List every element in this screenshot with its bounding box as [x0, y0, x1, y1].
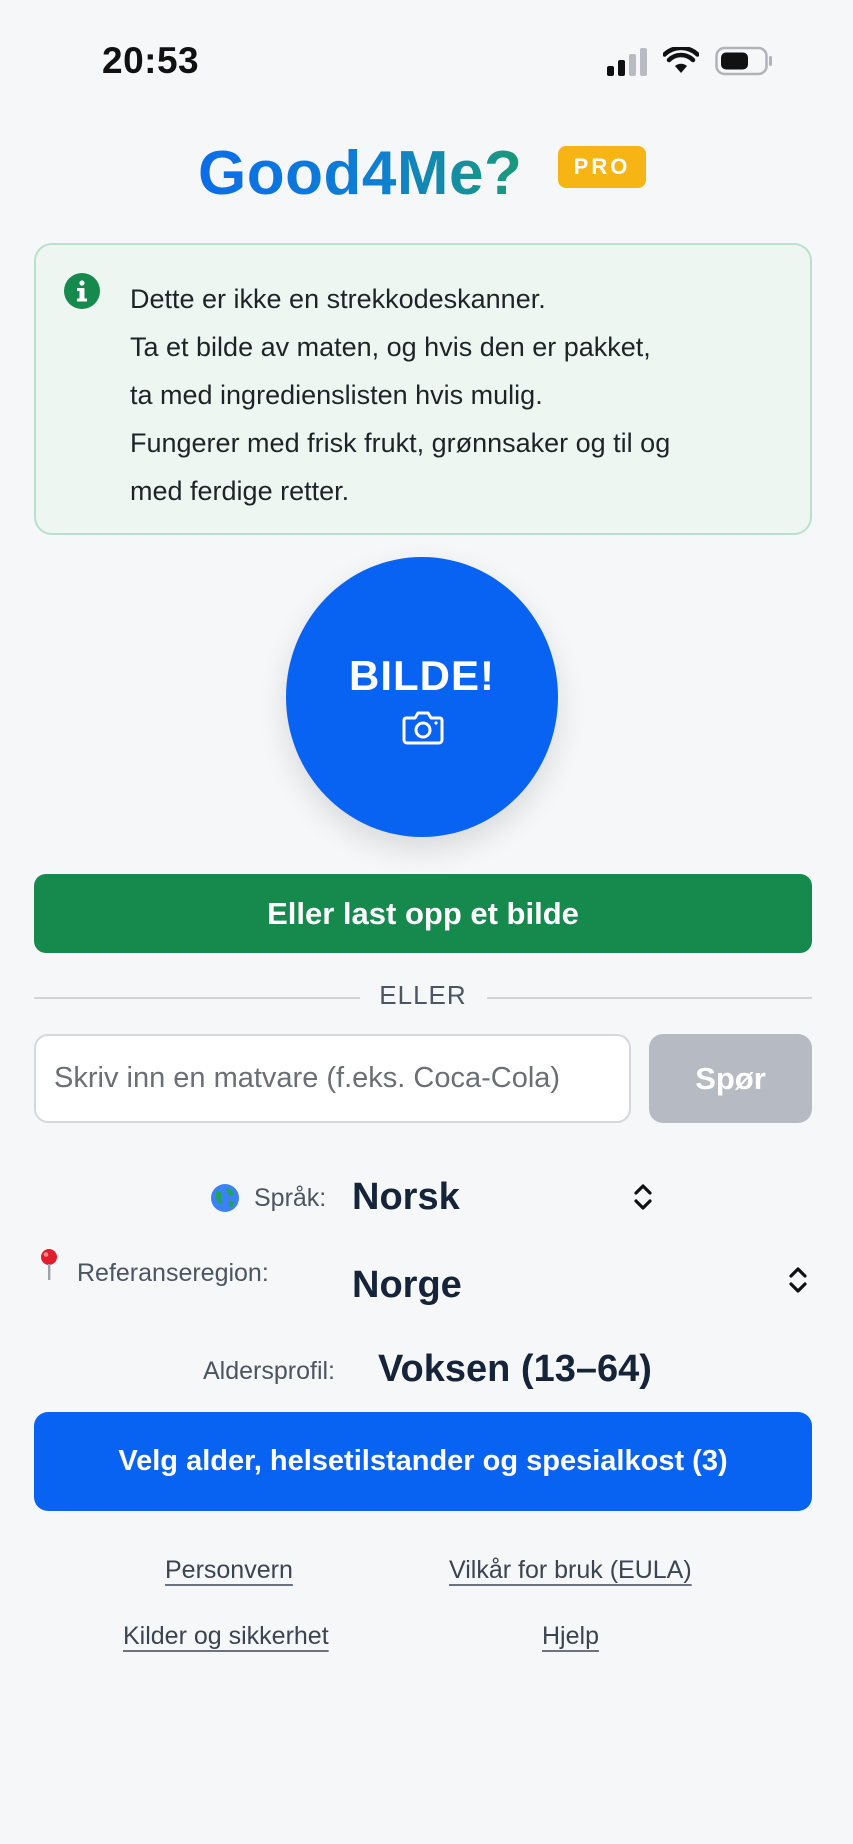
language-select[interactable]: Norsk [352, 1176, 460, 1219]
pro-badge: PRO [558, 146, 646, 188]
status-bar: 20:53 [0, 0, 853, 120]
status-icons [607, 46, 773, 76]
take-photo-label: BILDE! [349, 652, 495, 699]
region-label: Referanseregion: [77, 1259, 269, 1287]
terms-link[interactable]: Vilkår for bruk (EULA) [449, 1556, 692, 1585]
help-link[interactable]: Hjelp [542, 1622, 599, 1651]
battery-icon [715, 46, 772, 76]
info-box: Dette er ikke en strekkodeskanner. Ta et… [34, 243, 812, 535]
chevron-updown-icon[interactable] [787, 1263, 809, 1297]
camera-icon [402, 711, 444, 745]
info-line: ta med ingredienslisten hvis mulig. [130, 380, 543, 410]
upload-photo-button[interactable]: Eller last opp et bilde [34, 874, 812, 953]
status-time: 20:53 [102, 40, 200, 81]
age-profile-label: Aldersprofil: [203, 1357, 335, 1385]
age-profile-value: Voksen (13–64) [378, 1348, 652, 1390]
privacy-link[interactable]: Personvern [165, 1556, 293, 1585]
food-search-input[interactable] [34, 1034, 631, 1123]
take-photo-button[interactable]: BILDE! [286, 557, 558, 837]
globe-icon [211, 1184, 239, 1212]
language-label: Språk: [254, 1184, 327, 1212]
title-row: Good4Me? PRO [0, 138, 853, 223]
info-line: Ta et bilde av maten, og hvis den er pak… [130, 332, 651, 362]
info-line: Dette er ikke en strekkodeskanner. [130, 284, 546, 314]
info-line: Fungerer med frisk frukt, grønnsaker og … [130, 428, 671, 458]
chevron-updown-icon[interactable] [632, 1180, 654, 1214]
app-screen: 20:53 Good4Me? PRO Dette er ikke en stre… [0, 0, 853, 1844]
divider-line-right [487, 997, 812, 999]
info-line: med ferdige retter. [130, 476, 350, 506]
or-label: ELLER [379, 980, 467, 1010]
info-icon [64, 273, 100, 309]
cellular-signal-icon [607, 46, 647, 76]
ask-button[interactable]: Spør [649, 1034, 812, 1123]
app-title: Good4Me? [198, 139, 523, 208]
or-divider: ELLER [34, 980, 812, 1016]
info-text: Dette er ikke en strekkodeskanner. Ta et… [130, 275, 670, 515]
select-profile-button[interactable]: Velg alder, helsetilstander og spesialko… [34, 1412, 812, 1511]
sources-safety-link[interactable]: Kilder og sikkerhet [123, 1622, 329, 1651]
region-select[interactable]: Norge [352, 1264, 462, 1307]
wifi-icon [663, 47, 699, 73]
pin-icon [41, 1249, 57, 1280]
